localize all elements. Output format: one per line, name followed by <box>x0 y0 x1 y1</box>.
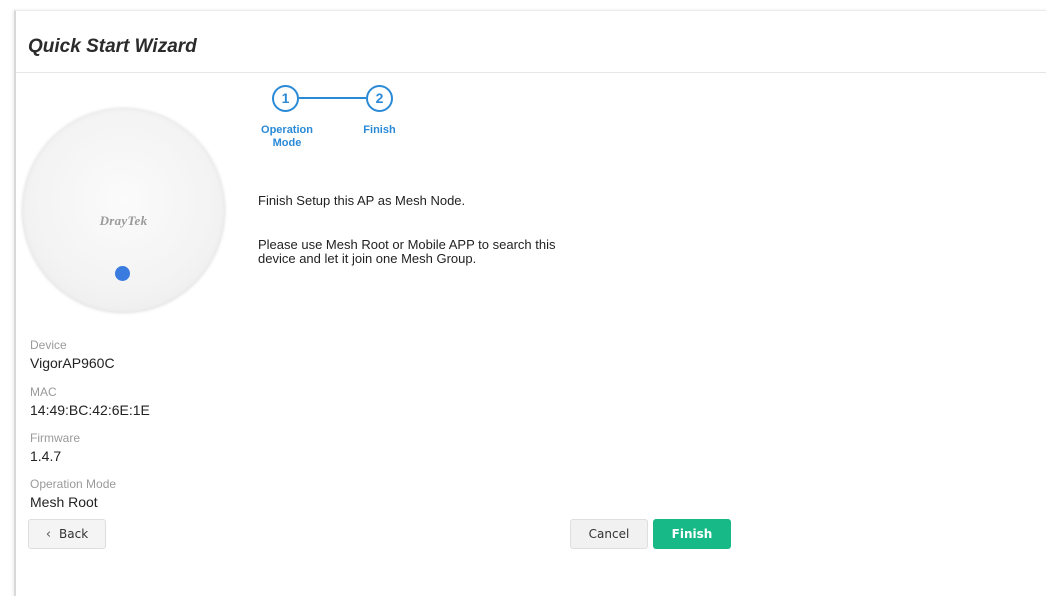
mac-value: 14:49:BC:42:6E:1E <box>30 402 150 418</box>
device-info-operation-mode: Operation Mode Mesh Root <box>30 477 116 510</box>
instructions-line-1: Please use Mesh Root or Mobile APP to se… <box>258 237 556 252</box>
led-indicator-icon <box>115 266 130 281</box>
device-info-firmware: Firmware 1.4.7 <box>30 431 80 464</box>
finish-button[interactable]: Finish <box>653 519 731 549</box>
wizard-panel: Quick Start Wizard DrayTek Device VigorA… <box>14 10 1046 596</box>
back-button-label: Back <box>59 527 89 541</box>
mac-label: MAC <box>30 385 57 399</box>
back-button[interactable]: ‹ Back <box>28 519 106 549</box>
device-image: DrayTek <box>22 108 225 313</box>
step-2-indicator: 2 <box>366 85 393 112</box>
firmware-label: Firmware <box>30 431 80 445</box>
step-1-label: Operation Mode <box>261 124 313 149</box>
device-logo: DrayTek <box>99 213 148 228</box>
finish-message: Finish Setup this AP as Mesh Node. <box>258 193 466 208</box>
step-1-indicator: 1 <box>272 85 299 112</box>
firmware-value: 1.4.7 <box>30 448 62 464</box>
device-info-device: Device VigorAP960C <box>30 338 115 371</box>
cancel-button[interactable]: Cancel <box>570 519 648 549</box>
chevron-left-icon: ‹ <box>45 526 52 542</box>
operation-mode-value: Mesh Root <box>30 494 98 510</box>
page-title: Quick Start Wizard <box>28 36 197 57</box>
operation-mode-label: Operation Mode <box>30 477 117 491</box>
step-2-label: Finish <box>363 124 396 136</box>
device-label: Device <box>30 338 67 352</box>
instructions-line-2: device and let it join one Mesh Group. <box>258 251 477 266</box>
step-connector <box>299 97 366 99</box>
device-info-mac: MAC 14:49:BC:42:6E:1E <box>30 385 150 418</box>
device-value: VigorAP960C <box>30 355 115 371</box>
title-divider <box>16 72 1046 73</box>
